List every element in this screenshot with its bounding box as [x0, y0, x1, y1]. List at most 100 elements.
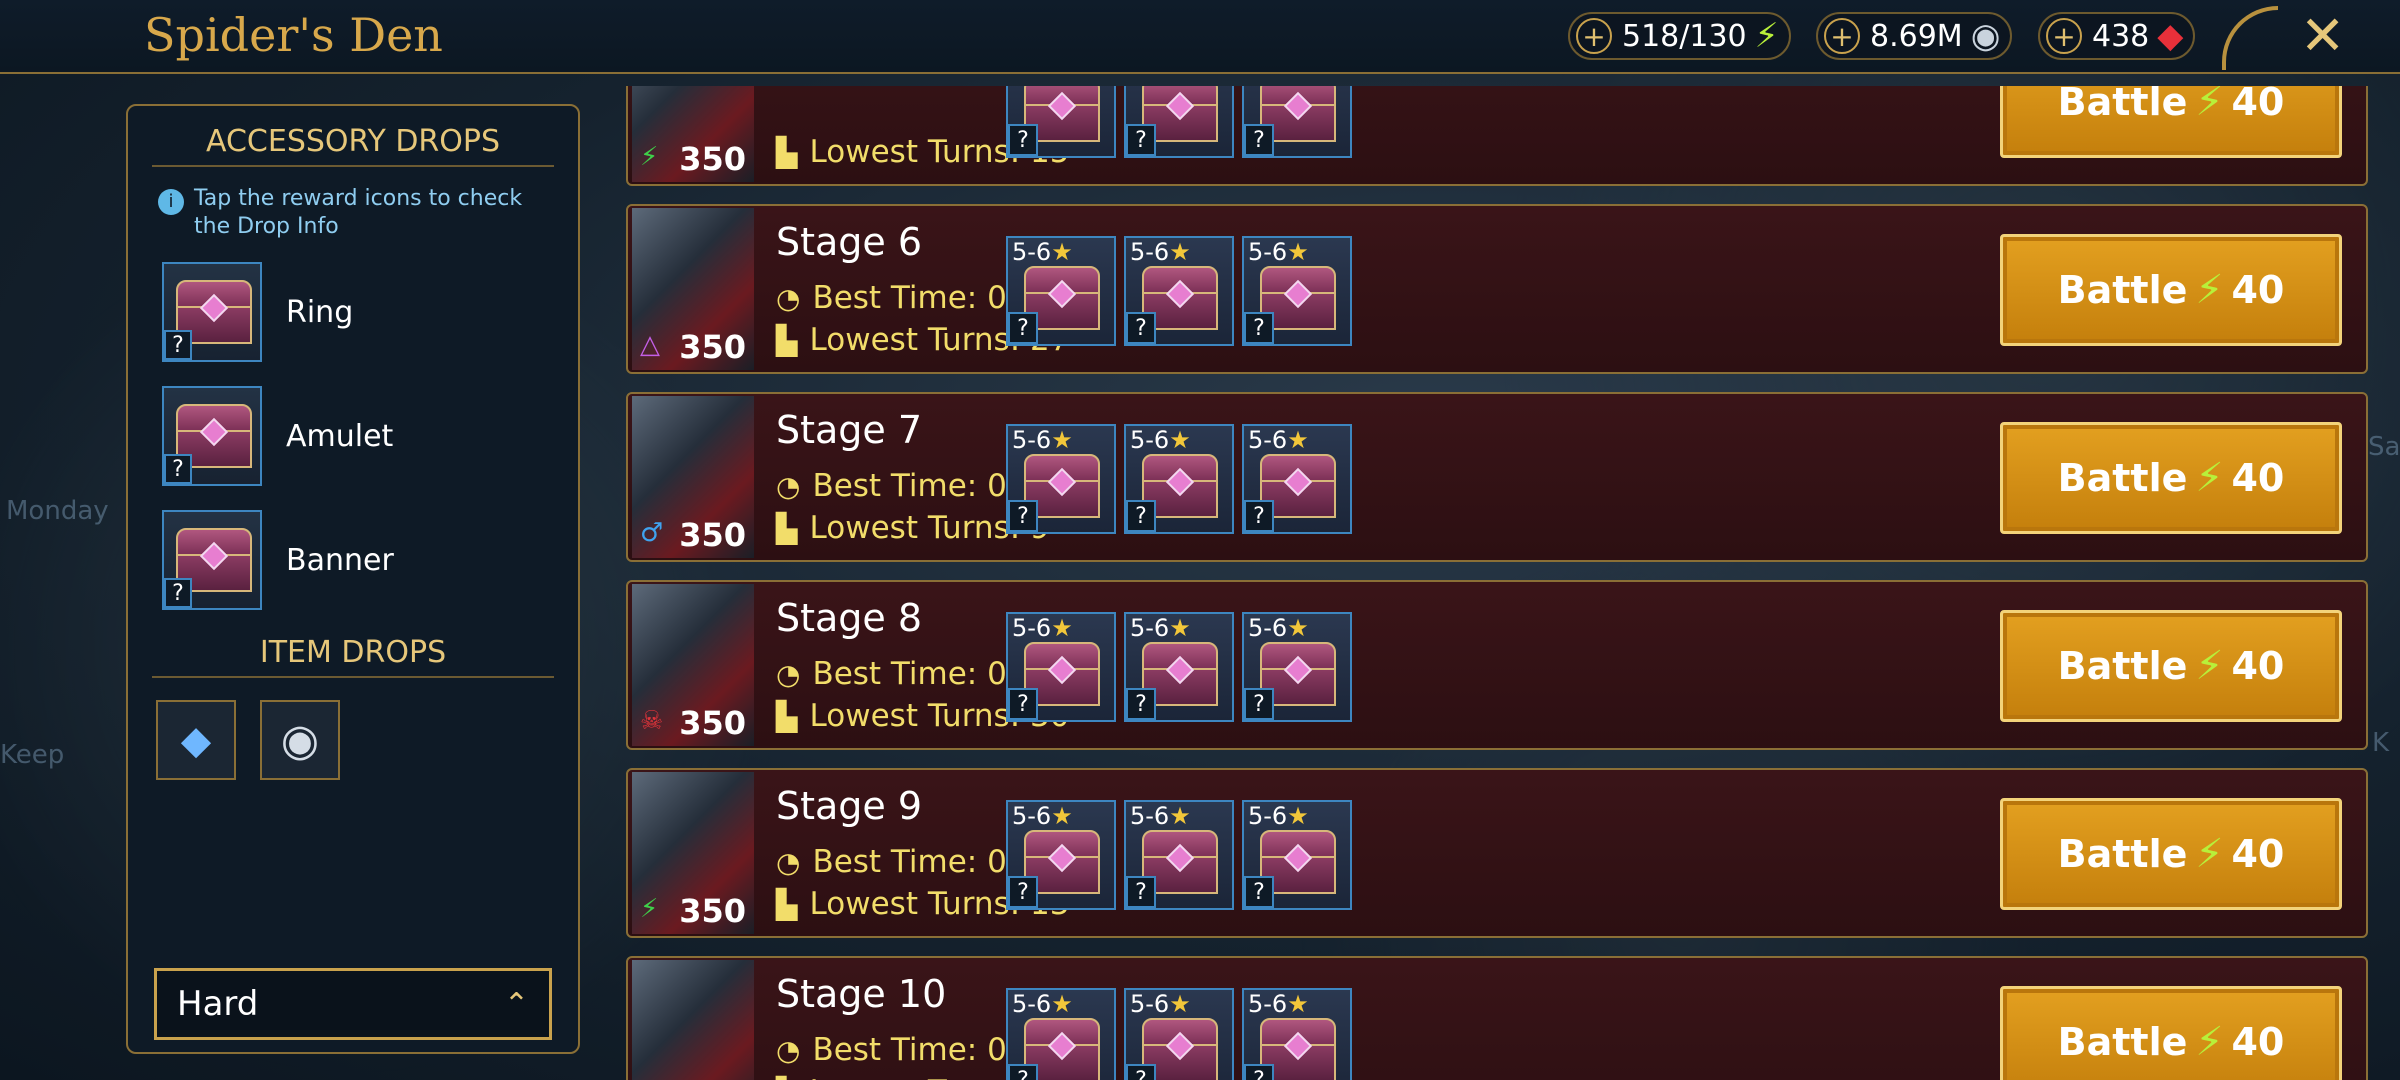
corner-ornament [2222, 6, 2278, 70]
reward-chest-icon[interactable]: 5-6★ ? [1242, 236, 1352, 346]
reward-chest-icon[interactable]: 5-6★ ? [1242, 988, 1352, 1080]
reward-chest-icon[interactable]: 5-6★ ? [1242, 612, 1352, 722]
spirit-affinity-icon: ♂ [640, 518, 664, 548]
ring-reward-icon[interactable]: ? [162, 262, 262, 362]
clock-icon: ◔ [776, 281, 801, 315]
stage-list[interactable]: ⚡ 350 ◔ ▙Lowest Turns: 15 5-6★ ? 5-6★ ? … [626, 86, 2368, 1080]
battle-button[interactable]: Battle ⚡ 40 [2000, 798, 2342, 910]
question-badge: ? [164, 454, 192, 484]
stage-row: △ 350 Stage 10 ◔Best Time: 00:10 ▙Lowest… [626, 956, 2368, 1080]
question-badge: ? [1008, 500, 1038, 532]
clock-icon: ◔ [776, 1033, 801, 1067]
boss-portrait: ⚡ 350 [632, 86, 754, 182]
boot-icon: ▙ [776, 887, 798, 921]
banner-reward-icon[interactable]: ? [162, 510, 262, 610]
amulet-reward-icon[interactable]: ? [162, 386, 262, 486]
question-badge: ? [1244, 124, 1274, 156]
question-badge: ? [1008, 1064, 1038, 1080]
ruby-icon: ◆ [2157, 16, 2184, 56]
reward-chest-icon[interactable]: 5-6★ ? [1006, 86, 1116, 158]
page-title: Spider's Den [144, 8, 443, 62]
reward-chest-icon[interactable]: 5-6★ ? [1124, 86, 1234, 158]
battle-button[interactable]: Battle ⚡ 40 [2000, 422, 2342, 534]
reward-chest-icon[interactable]: 5-6★ ? [1124, 800, 1234, 910]
lightning-icon: ⚡ [2195, 1019, 2224, 1065]
lightning-icon: ⚡ [2195, 86, 2224, 125]
battle-button[interactable]: Battle ⚡ 40 [2000, 234, 2342, 346]
clock-icon: ◔ [776, 469, 801, 503]
heading-divider [152, 165, 554, 167]
question-badge: ? [1126, 1064, 1156, 1080]
accessory-row-amulet[interactable]: ? Amulet [162, 386, 578, 486]
accessory-row-banner[interactable]: ? Banner [162, 510, 578, 610]
reward-chest-icon[interactable]: 5-6★ ? [1006, 988, 1116, 1080]
stage-row: ☠ 350 Stage 8 ◔ Best Time: 01:13 ▙ Lowest … [626, 580, 2368, 750]
boot-icon: ▙ [776, 323, 798, 357]
question-badge: ? [1126, 312, 1156, 344]
difficulty-dropdown[interactable]: Hard ⌃ [154, 968, 552, 1040]
boss-portrait: ⚡ 350 [632, 772, 754, 934]
top-bar: Spider's Den + 518/130 ⚡ + 8.69M ◉ + 438… [0, 0, 2400, 74]
question-badge: ? [1008, 312, 1038, 344]
info-icon: i [158, 189, 184, 215]
stage-title: Stage 8 [776, 596, 923, 640]
battle-button[interactable]: Battle ⚡ 40 [2000, 610, 2342, 722]
question-badge: ? [1244, 688, 1274, 720]
stage-title: Stage 10 [776, 972, 947, 1016]
reward-chest-icon[interactable]: 5-6★ ? [1124, 612, 1234, 722]
battle-button[interactable]: Battle ⚡ 40 [2000, 86, 2342, 158]
question-badge: ? [1008, 124, 1038, 156]
boss-portrait: ♂ 350 [632, 396, 754, 558]
question-badge: ? [1126, 688, 1156, 720]
reward-chest-icon[interactable]: 5-6★ ? [1242, 424, 1352, 534]
silver-value: 8.69M [1870, 18, 1963, 54]
reward-chest-icon[interactable]: 5-6★ ? [1006, 236, 1116, 346]
gems-counter[interactable]: + 438 ◆ [2038, 12, 2196, 60]
map-label-monday: Monday [6, 496, 109, 526]
heading-divider [152, 676, 554, 678]
battle-button[interactable]: Battle ⚡ 40 [2000, 986, 2342, 1080]
reward-chest-icon[interactable]: 5-6★ ? [1242, 800, 1352, 910]
close-button[interactable]: ✕ [2300, 4, 2345, 67]
reward-chest-icon[interactable]: 5-6★ ? [1124, 988, 1234, 1080]
reward-chest-icon[interactable]: 5-6★ ? [1124, 424, 1234, 534]
item-drops-heading: ITEM DROPS [259, 635, 447, 670]
chevron-up-icon: ⌃ [503, 986, 529, 1022]
add-gems-button[interactable]: + [2046, 18, 2082, 54]
clock-icon: ◔ [776, 845, 801, 879]
question-badge: ? [164, 578, 192, 608]
silver-counter[interactable]: + 8.69M ◉ [1816, 12, 2013, 60]
boss-portrait: △ 350 [632, 960, 754, 1080]
silver-coin-icon[interactable]: ◉ [260, 700, 340, 780]
lightning-icon: ⚡ [2195, 831, 2224, 877]
map-label-sa: Sa [2368, 432, 2400, 462]
boot-icon: ▙ [776, 135, 798, 169]
accessory-row-ring[interactable]: ? Ring [162, 262, 578, 362]
boss-portrait: ☠ 350 [632, 584, 754, 746]
accessory-label: Banner [286, 542, 394, 578]
reward-chest-icon[interactable]: 5-6★ ? [1242, 86, 1352, 158]
stage-title: Stage 7 [776, 408, 923, 452]
blue-shard-icon[interactable]: ⬥ [156, 700, 236, 780]
question-badge: ? [164, 330, 192, 360]
question-badge: ? [1244, 1064, 1274, 1080]
boss-power: 350 [679, 140, 746, 178]
silver-coin-icon: ◉ [1970, 16, 2001, 56]
lightning-icon: ⚡ [2195, 267, 2224, 313]
lightning-icon: ⚡ [2195, 643, 2224, 689]
question-badge: ? [1126, 124, 1156, 156]
reward-chest-icon[interactable]: 5-6★ ? [1006, 612, 1116, 722]
reward-chest-icon[interactable]: 5-6★ ? [1124, 236, 1234, 346]
add-energy-button[interactable]: + [1576, 18, 1612, 54]
question-badge: ? [1126, 876, 1156, 908]
reward-chest-icon[interactable]: 5-6★ ? [1006, 424, 1116, 534]
lightning-affinity-icon: ⚡ [640, 894, 659, 924]
question-badge: ? [1244, 876, 1274, 908]
reward-chest-icon[interactable]: 5-6★ ? [1006, 800, 1116, 910]
energy-counter[interactable]: + 518/130 ⚡ [1568, 12, 1791, 60]
add-silver-button[interactable]: + [1824, 18, 1860, 54]
gems-value: 438 [2092, 18, 2150, 54]
stage-title: Stage 6 [776, 220, 923, 264]
energy-value: 518/130 [1622, 18, 1747, 54]
boot-icon: ▙ [776, 699, 798, 733]
